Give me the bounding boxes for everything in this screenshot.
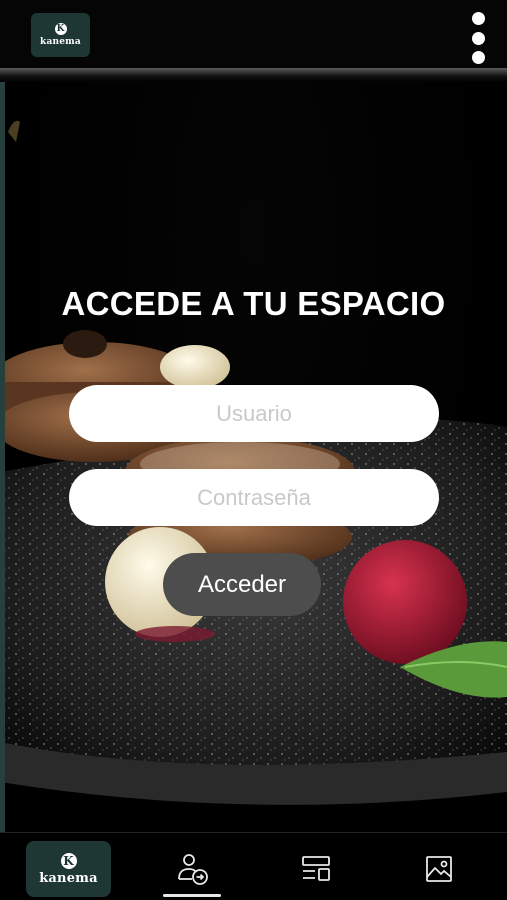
bottom-nav: K kanema bbox=[0, 832, 507, 900]
page-title: ACCEDE A TU ESPACIO bbox=[61, 285, 446, 322]
kebab-dot bbox=[471, 31, 485, 45]
kanema-logo[interactable]: K kanema bbox=[31, 13, 90, 57]
more-vertical-icon[interactable] bbox=[466, 10, 490, 66]
left-accent-edge bbox=[0, 82, 5, 832]
active-tab-indicator bbox=[163, 894, 221, 897]
dessert-plate-image bbox=[0, 120, 507, 805]
username-input[interactable] bbox=[69, 385, 439, 442]
hero-background bbox=[0, 82, 507, 832]
image-icon[interactable] bbox=[421, 851, 457, 887]
logo-text: kanema bbox=[40, 37, 81, 47]
login-button[interactable]: Acceder bbox=[163, 553, 321, 616]
password-input[interactable] bbox=[69, 469, 439, 526]
user-login-icon[interactable] bbox=[174, 851, 210, 887]
top-bar: K kanema bbox=[0, 0, 507, 68]
layout-icon[interactable] bbox=[298, 851, 334, 887]
kebab-dot bbox=[471, 51, 485, 64]
logo-text: kanema bbox=[39, 870, 98, 886]
logo-letter: K bbox=[54, 23, 67, 35]
kebab-dot bbox=[471, 12, 485, 25]
top-bar-shadow bbox=[0, 68, 507, 82]
logo-letter: K bbox=[60, 852, 77, 869]
nav-home-logo[interactable]: K kanema bbox=[26, 841, 111, 897]
